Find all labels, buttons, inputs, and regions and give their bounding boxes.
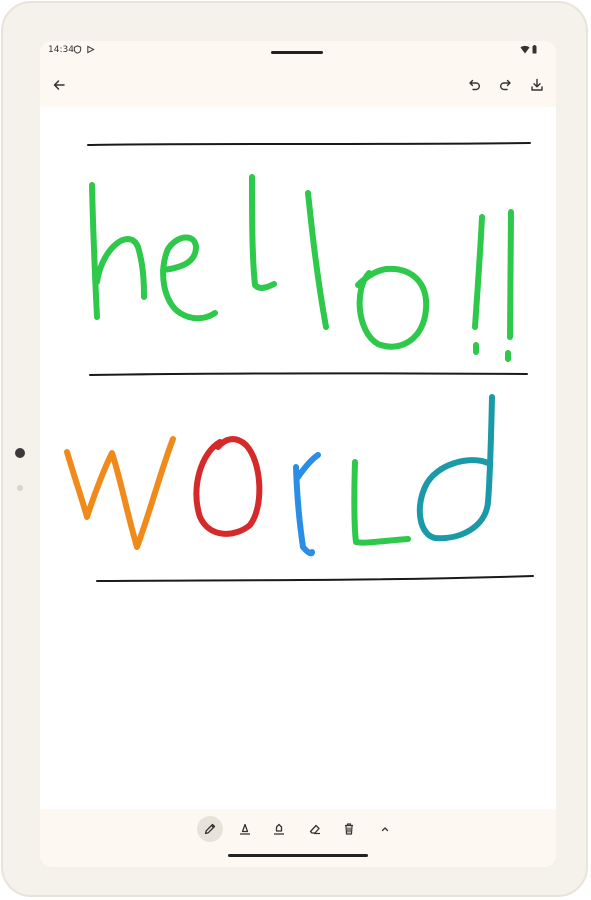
letter-l1: [249, 174, 277, 291]
pen-tool[interactable]: [197, 816, 223, 842]
letter-l3: [351, 459, 411, 546]
shield-icon: [73, 45, 82, 57]
undo-icon[interactable]: [464, 75, 484, 95]
ruled-line-top: [87, 142, 531, 146]
word-hello: [89, 174, 514, 362]
pen-icon: [204, 823, 216, 835]
screen: 14:34: [40, 41, 556, 867]
drawing-canvas[interactable]: [40, 107, 556, 809]
letter-l2: [305, 190, 329, 330]
letter-exclaim-2: [505, 209, 514, 362]
home-indicator[interactable]: [228, 854, 368, 857]
light-sensor: [17, 485, 23, 491]
tablet-frame: 14:34: [1, 1, 588, 897]
play-icon: [86, 45, 95, 57]
letter-o: [355, 265, 430, 350]
marker-icon: [274, 823, 284, 835]
download-icon[interactable]: [527, 75, 547, 95]
wifi-icon: [520, 45, 530, 57]
expand-toolbar[interactable]: [372, 816, 398, 842]
chevron-up-icon: [381, 827, 389, 832]
eraser-tool[interactable]: [302, 816, 328, 842]
letter-d: [416, 394, 495, 542]
marker-tool[interactable]: [266, 816, 292, 842]
letter-exclaim-1: [472, 214, 485, 355]
front-camera: [15, 448, 25, 458]
letter-r: [293, 452, 321, 557]
letter-w: [64, 436, 176, 550]
arrow-left-icon[interactable]: [49, 75, 69, 95]
drawing-svg: [64, 142, 534, 582]
letter-o-red: [193, 436, 263, 537]
letter-h: [89, 182, 147, 320]
tool-bar: [40, 809, 556, 867]
ruled-line-middle: [89, 372, 528, 376]
clear-tool[interactable]: [336, 816, 362, 842]
ruled-line-bottom: [96, 575, 534, 582]
status-time: 14:34: [48, 45, 74, 55]
highlighter-icon: [240, 823, 250, 835]
eraser-icon: [309, 824, 320, 835]
status-bar: 14:34: [40, 41, 556, 63]
letter-e: [160, 234, 218, 322]
app-bar: [40, 63, 556, 107]
battery-icon: [532, 45, 537, 57]
highlighter-tool[interactable]: [232, 816, 258, 842]
trash-icon: [345, 823, 353, 835]
redo-icon[interactable]: [496, 75, 516, 95]
drag-handle[interactable]: [271, 51, 323, 54]
